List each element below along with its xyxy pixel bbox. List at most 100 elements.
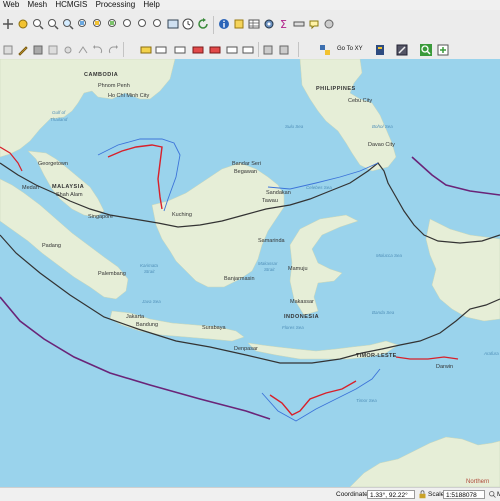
sea-label: Sulu Sea — [285, 124, 304, 129]
zoom-rubberband-icon[interactable] — [62, 18, 74, 30]
statistical-summary-icon[interactable]: Σ — [278, 18, 290, 30]
sea-label: Makassar — [258, 261, 278, 266]
toggle-editing-icon[interactable] — [17, 44, 29, 56]
current-edits-icon[interactable] — [2, 44, 14, 56]
toolbar-separator — [298, 42, 299, 57]
menu-processing[interactable]: Processing — [93, 0, 139, 10]
svg-text:Σ: Σ — [280, 18, 287, 30]
new-map-view-icon[interactable] — [167, 18, 179, 30]
magnifier-icon[interactable] — [488, 490, 497, 499]
city-label: Davao City — [368, 142, 395, 148]
city-label: Cebu City — [348, 98, 372, 104]
menu-hcmgis[interactable]: HCMGIS — [52, 0, 90, 10]
redo-icon[interactable] — [107, 44, 119, 56]
add-layer-icon[interactable] — [437, 44, 449, 56]
vertex-tool-icon[interactable] — [77, 44, 89, 56]
sea-label: Banda Sea — [372, 310, 395, 315]
city-label: Phnom Penh — [98, 83, 130, 89]
sea-label: Java Sea — [141, 299, 161, 304]
scale-field[interactable]: 1:5188078 — [443, 490, 485, 499]
zoom-last-icon[interactable] — [137, 18, 149, 30]
refresh-icon[interactable] — [197, 18, 209, 30]
undo-icon[interactable] — [92, 44, 104, 56]
highlight-label-icon[interactable] — [155, 44, 167, 56]
zoom-full-icon[interactable] — [77, 18, 89, 30]
city-label: Medan — [22, 185, 39, 191]
zoom-in-icon[interactable] — [32, 18, 44, 30]
country-label: INDONESIA — [284, 314, 319, 320]
select-features-icon[interactable] — [233, 18, 245, 30]
sea-label: Celebes Sea — [306, 185, 332, 190]
city-label: Ho Chi Minh City — [108, 93, 150, 99]
city-label: Makassar — [290, 299, 314, 305]
editing-toolbar: Go To XY — [0, 40, 500, 60]
menu-web[interactable]: Web — [0, 0, 22, 10]
city-label: Sandakan — [266, 190, 291, 196]
menu-mesh[interactable]: Mesh — [25, 0, 51, 10]
sea-label: Bohol Sea — [372, 124, 393, 129]
open-attribute-table-icon[interactable] — [248, 18, 260, 30]
city-label: Darwin — [436, 364, 453, 370]
pin-label-icon[interactable] — [174, 44, 186, 56]
country-label: CAMBODIA — [84, 72, 118, 78]
digitize-icon[interactable] — [62, 44, 74, 56]
city-label: Kuching — [172, 212, 192, 218]
save-edits-icon[interactable] — [32, 44, 44, 56]
go-to-xy-label[interactable]: Go To XY — [337, 46, 363, 52]
sea-label: Molucca Sea — [376, 253, 403, 258]
sea-label: Karimata — [140, 263, 159, 268]
sea-label: Flores Sea — [282, 325, 304, 330]
coordinate-label: Coordinate — [336, 491, 368, 498]
label-tool-icon[interactable] — [140, 44, 152, 56]
city-label: Padang — [42, 243, 61, 249]
python-plugin-icon[interactable] — [374, 44, 386, 56]
map-tips-icon[interactable] — [308, 18, 320, 30]
sea-label: Thailand — [50, 117, 68, 122]
tools-icon[interactable] — [396, 44, 408, 56]
status-bar: Coordinate 1.33°, 92.22° Scale 1:5188078… — [0, 487, 500, 501]
country-label: MALAYSIA — [52, 184, 84, 190]
map-canvas[interactable]: CAMBODIA PHILIPPINES MALAYSIA INDONESIA … — [0, 59, 500, 487]
zoom-to-selection-icon[interactable] — [92, 18, 104, 30]
zoom-to-layer-icon[interactable] — [107, 18, 119, 30]
region-label: Northern — [466, 479, 489, 485]
layer-styling-icon[interactable] — [262, 44, 274, 56]
scale-label: Scale — [428, 491, 445, 498]
map-svg[interactable]: CAMBODIA PHILIPPINES MALAYSIA INDONESIA … — [0, 59, 500, 487]
city-label: Banjarmasin — [224, 276, 255, 282]
settings-gear-icon[interactable] — [263, 18, 275, 30]
sea-label: Arafura — [483, 351, 499, 356]
coordinate-field[interactable]: 1.33°, 92.22° — [367, 490, 415, 499]
zoom-out-icon[interactable] — [47, 18, 59, 30]
city-label: Begawan — [234, 169, 257, 175]
search-icon[interactable] — [420, 44, 432, 56]
identify-features-icon[interactable] — [218, 18, 230, 30]
new-bookmark-icon[interactable] — [323, 18, 335, 30]
python-console-icon[interactable] — [319, 44, 331, 56]
toolbar-separator — [123, 42, 124, 57]
city-label: Palembang — [98, 271, 126, 277]
rotate-label-icon[interactable] — [226, 44, 238, 56]
zoom-next-icon[interactable] — [152, 18, 164, 30]
country-label: TIMOR-LESTE — [356, 353, 397, 359]
city-label: Bandung — [136, 322, 158, 328]
lock-scale-icon[interactable] — [418, 490, 427, 499]
pan-icon[interactable] — [2, 18, 14, 30]
zoom-native-icon[interactable] — [122, 18, 134, 30]
processing-toolbox-icon[interactable] — [278, 44, 290, 56]
city-label: Jakarta — [126, 314, 145, 320]
city-label: Shah Alam — [56, 192, 83, 198]
sea-label: Strait — [264, 267, 275, 272]
measure-line-icon[interactable] — [293, 18, 305, 30]
menu-help[interactable]: Help — [140, 0, 162, 10]
change-label-icon[interactable] — [242, 44, 254, 56]
show-hide-labels-icon[interactable] — [192, 44, 204, 56]
toolbar-separator — [258, 42, 259, 57]
city-label: Georgetown — [38, 161, 68, 167]
temporal-controller-icon[interactable] — [182, 18, 194, 30]
add-feature-icon[interactable] — [47, 44, 59, 56]
move-label-icon[interactable] — [209, 44, 221, 56]
pan-to-selection-icon[interactable] — [17, 18, 29, 30]
toolbar-separator — [213, 16, 214, 34]
navigation-toolbar: Σ — [0, 10, 500, 41]
